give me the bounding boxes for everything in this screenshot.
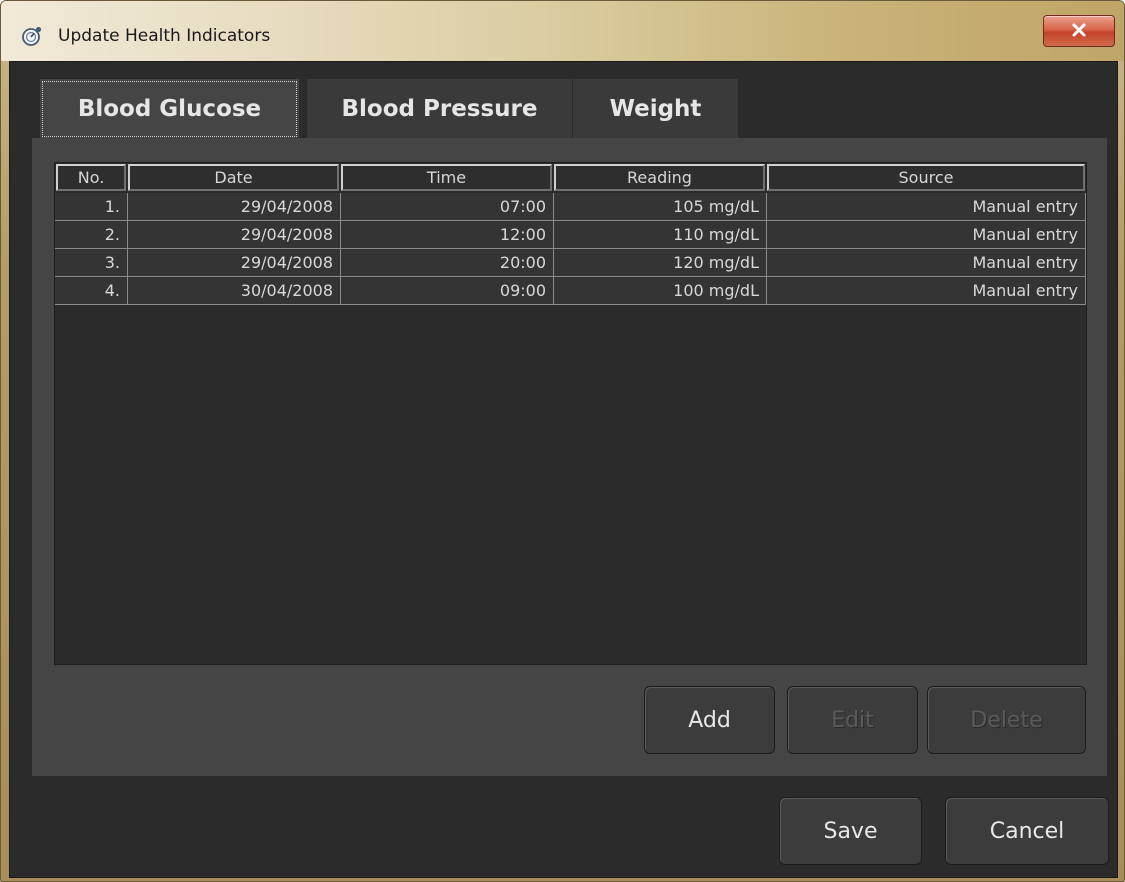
cell-no: 4. <box>55 277 128 305</box>
close-button[interactable] <box>1043 15 1115 47</box>
cell-reading: 120 mg/dL <box>554 249 767 277</box>
table-row[interactable]: 1. 29/04/2008 07:00 105 mg/dL Manual ent… <box>55 193 1086 221</box>
cell-time: 12:00 <box>341 221 554 249</box>
add-button[interactable]: Add <box>644 686 775 754</box>
tab-weight[interactable]: Weight <box>573 79 738 139</box>
cell-source: Manual entry <box>767 193 1086 221</box>
readings-table[interactable]: No. Date Time Reading Source 1. 29/04/20… <box>54 162 1087 665</box>
column-header-time[interactable]: Time <box>341 164 552 191</box>
delete-button[interactable]: Delete <box>927 686 1086 754</box>
column-header-source[interactable]: Source <box>767 164 1085 191</box>
close-x-icon <box>1071 22 1087 41</box>
cell-source: Manual entry <box>767 221 1086 249</box>
cancel-button[interactable]: Cancel <box>945 797 1109 865</box>
cell-no: 3. <box>55 249 128 277</box>
table-row[interactable]: 3. 29/04/2008 20:00 120 mg/dL Manual ent… <box>55 249 1086 277</box>
column-header-reading[interactable]: Reading <box>554 164 765 191</box>
cell-date: 29/04/2008 <box>128 193 341 221</box>
tab-label: Blood Glucose <box>77 96 262 122</box>
cell-date: 29/04/2008 <box>128 221 341 249</box>
tab-label: Weight <box>609 96 702 122</box>
window-title: Update Health Indicators <box>58 26 271 46</box>
cell-no: 2. <box>55 221 128 249</box>
column-header-date[interactable]: Date <box>128 164 339 191</box>
cell-source: Manual entry <box>767 277 1086 305</box>
dialog-body: Blood Glucose Blood Pressure Weight No. … <box>9 61 1118 878</box>
table-row[interactable]: 4. 30/04/2008 09:00 100 mg/dL Manual ent… <box>55 277 1086 305</box>
cell-source: Manual entry <box>767 249 1086 277</box>
tab-blood-pressure[interactable]: Blood Pressure <box>307 79 572 139</box>
update-health-indicators-window: Update Health Indicators Blood Glucose B… <box>0 0 1125 882</box>
cell-time: 09:00 <box>341 277 554 305</box>
title-bar[interactable]: Update Health Indicators <box>1 1 1124 61</box>
cell-time: 07:00 <box>341 193 554 221</box>
cell-reading: 100 mg/dL <box>554 277 767 305</box>
cell-date: 29/04/2008 <box>128 249 341 277</box>
edit-button[interactable]: Edit <box>787 686 918 754</box>
health-indicator-icon <box>21 25 43 47</box>
column-header-no[interactable]: No. <box>56 164 126 191</box>
table-row[interactable]: 2. 29/04/2008 12:00 110 mg/dL Manual ent… <box>55 221 1086 249</box>
cell-reading: 110 mg/dL <box>554 221 767 249</box>
cell-no: 1. <box>55 193 128 221</box>
tab-label: Blood Pressure <box>341 96 538 122</box>
tab-panel-blood-glucose: No. Date Time Reading Source 1. 29/04/20… <box>32 138 1107 776</box>
tab-blood-glucose[interactable]: Blood Glucose <box>40 79 299 139</box>
cell-reading: 105 mg/dL <box>554 193 767 221</box>
cell-date: 30/04/2008 <box>128 277 341 305</box>
save-button[interactable]: Save <box>779 797 922 865</box>
cell-time: 20:00 <box>341 249 554 277</box>
